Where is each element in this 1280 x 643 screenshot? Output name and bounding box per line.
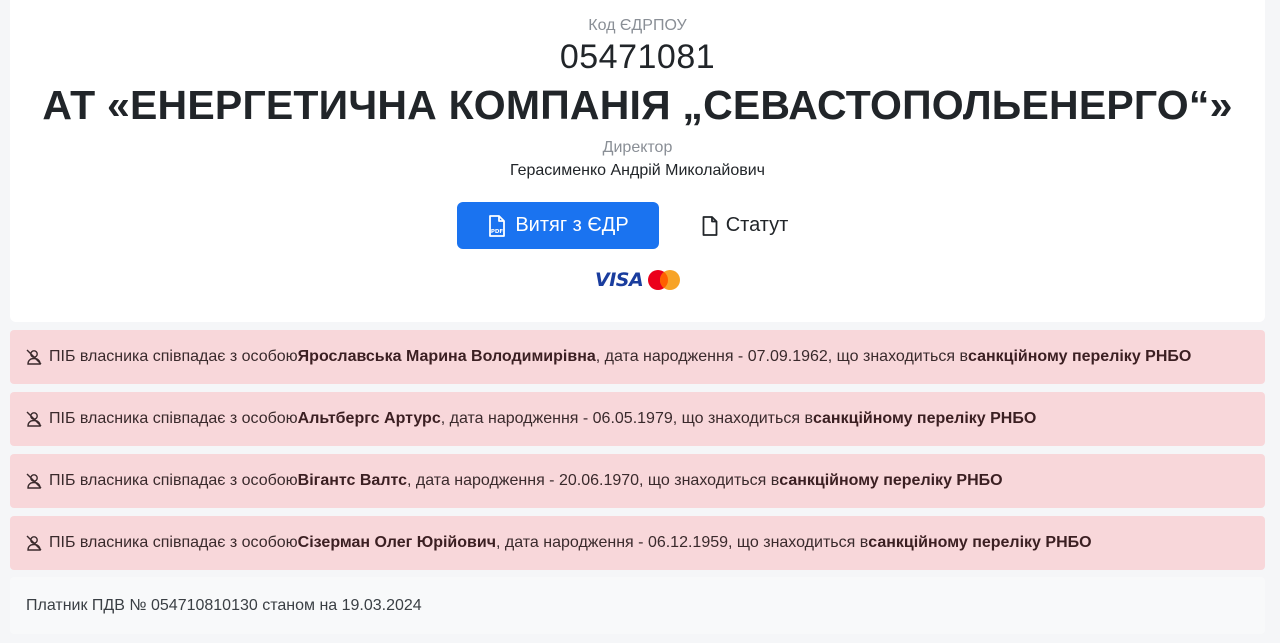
company-header-card: Код ЄДРПОУ 05471081 АТ «ЕНЕРГЕТИЧНА КОМП… <box>10 0 1265 322</box>
alert-list: санкційному переліку РНБО <box>812 410 1037 427</box>
alert-list: санкційному переліку РНБО <box>779 472 1003 489</box>
user-slash-icon <box>25 410 43 428</box>
sanction-alert: ПІБ власника співпадає з особою Ярославс… <box>10 330 1265 384</box>
company-name: АТ «ЕНЕРГЕТИЧНА КОМПАНІЯ „СЕВАСТОПОЛЬЕНЕ… <box>42 82 1233 128</box>
alert-person: Вігантс Валтс <box>297 472 408 489</box>
code-value: 05471081 <box>559 38 716 76</box>
alert-prefix: ПІБ власника співпадає з особою <box>49 534 298 551</box>
visa-logo: VISA <box>595 269 644 291</box>
code-label: Код ЄДРПОУ <box>588 17 687 34</box>
vat-text: Платник ПДВ № 054710810130 станом на 19.… <box>26 596 422 614</box>
svg-text:PDF: PDF <box>491 229 504 235</box>
mastercard-logo <box>647 269 681 291</box>
statut-label: Статут <box>725 214 789 236</box>
user-slash-icon <box>25 472 43 490</box>
pdf-file-icon: PDF <box>487 214 507 237</box>
director-label: Директор <box>602 139 673 156</box>
alert-prefix: ПІБ власника співпадає з особою <box>49 410 298 427</box>
alert-list: санкційному переліку РНБО <box>967 348 1192 365</box>
alert-middle: , дата народження - 20.06.1970, що знахо… <box>407 472 780 489</box>
vat-info: Платник ПДВ № 054710810130 станом на 19.… <box>10 577 1265 634</box>
alert-middle: , дата народження - 06.05.1979, що знахо… <box>440 410 813 427</box>
director-name: Герасименко Андрій Миколайович <box>510 162 765 179</box>
statut-button[interactable]: Статут <box>695 202 795 249</box>
alert-prefix: ПІБ власника співпадає з особою <box>49 472 298 489</box>
alert-prefix: ПІБ власника співпадає з особою <box>49 348 298 365</box>
sanction-alert: ПІБ власника співпадає з особою Вігантс … <box>10 454 1265 508</box>
alert-middle: , дата народження - 07.09.1962, що знахо… <box>595 348 968 365</box>
edr-extract-label: Витяг з ЄДР <box>515 214 629 236</box>
sanction-alert: ПІБ власника співпадає з особою Альтберг… <box>10 392 1265 446</box>
document-icon <box>702 215 718 236</box>
payment-logos: VISA <box>595 267 685 293</box>
alert-person: Сізерман Олег Юрійович <box>297 534 496 551</box>
user-slash-icon <box>25 534 43 552</box>
user-slash-icon <box>25 348 43 366</box>
alert-person: Ярославська Марина Володимирівна <box>297 348 596 365</box>
alert-list: санкційному переліку РНБО <box>868 534 1092 551</box>
alert-middle: , дата народження - 06.12.1959, що знахо… <box>496 534 869 551</box>
sanction-alert: ПІБ власника співпадає з особою Сізерман… <box>10 516 1265 570</box>
edr-extract-button[interactable]: PDF Витяг з ЄДР <box>457 202 659 249</box>
alert-person: Альтбергс Артурс <box>297 410 441 427</box>
